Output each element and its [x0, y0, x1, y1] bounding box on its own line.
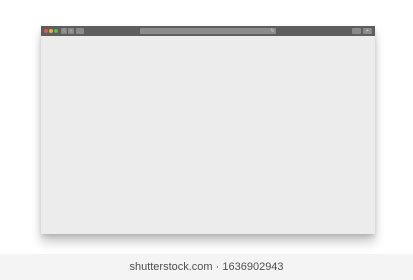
share-button[interactable] — [352, 28, 361, 34]
plus-icon: + — [366, 28, 369, 34]
chevron-left-icon: ‹ — [63, 28, 65, 34]
browser-window: ‹ › ↻ + — [41, 26, 375, 234]
forward-button[interactable]: › — [68, 28, 74, 34]
close-window-button[interactable] — [44, 29, 48, 33]
title-bar: ‹ › ↻ + — [41, 26, 375, 36]
page-content-area[interactable] — [41, 36, 375, 234]
reload-icon[interactable]: ↻ — [270, 28, 275, 34]
back-button[interactable]: ‹ — [61, 28, 67, 34]
chevron-right-icon: › — [70, 28, 72, 34]
watermark-bar: shutterstock.com · 1636902943 — [0, 254, 413, 280]
watermark-text: shutterstock.com · 1636902943 — [129, 261, 284, 273]
add-tab-button[interactable]: + — [363, 28, 372, 34]
address-bar[interactable]: ↻ — [140, 28, 276, 34]
zoom-window-button[interactable] — [54, 29, 58, 33]
minimize-window-button[interactable] — [49, 29, 53, 33]
sidebar-button[interactable] — [76, 28, 84, 34]
